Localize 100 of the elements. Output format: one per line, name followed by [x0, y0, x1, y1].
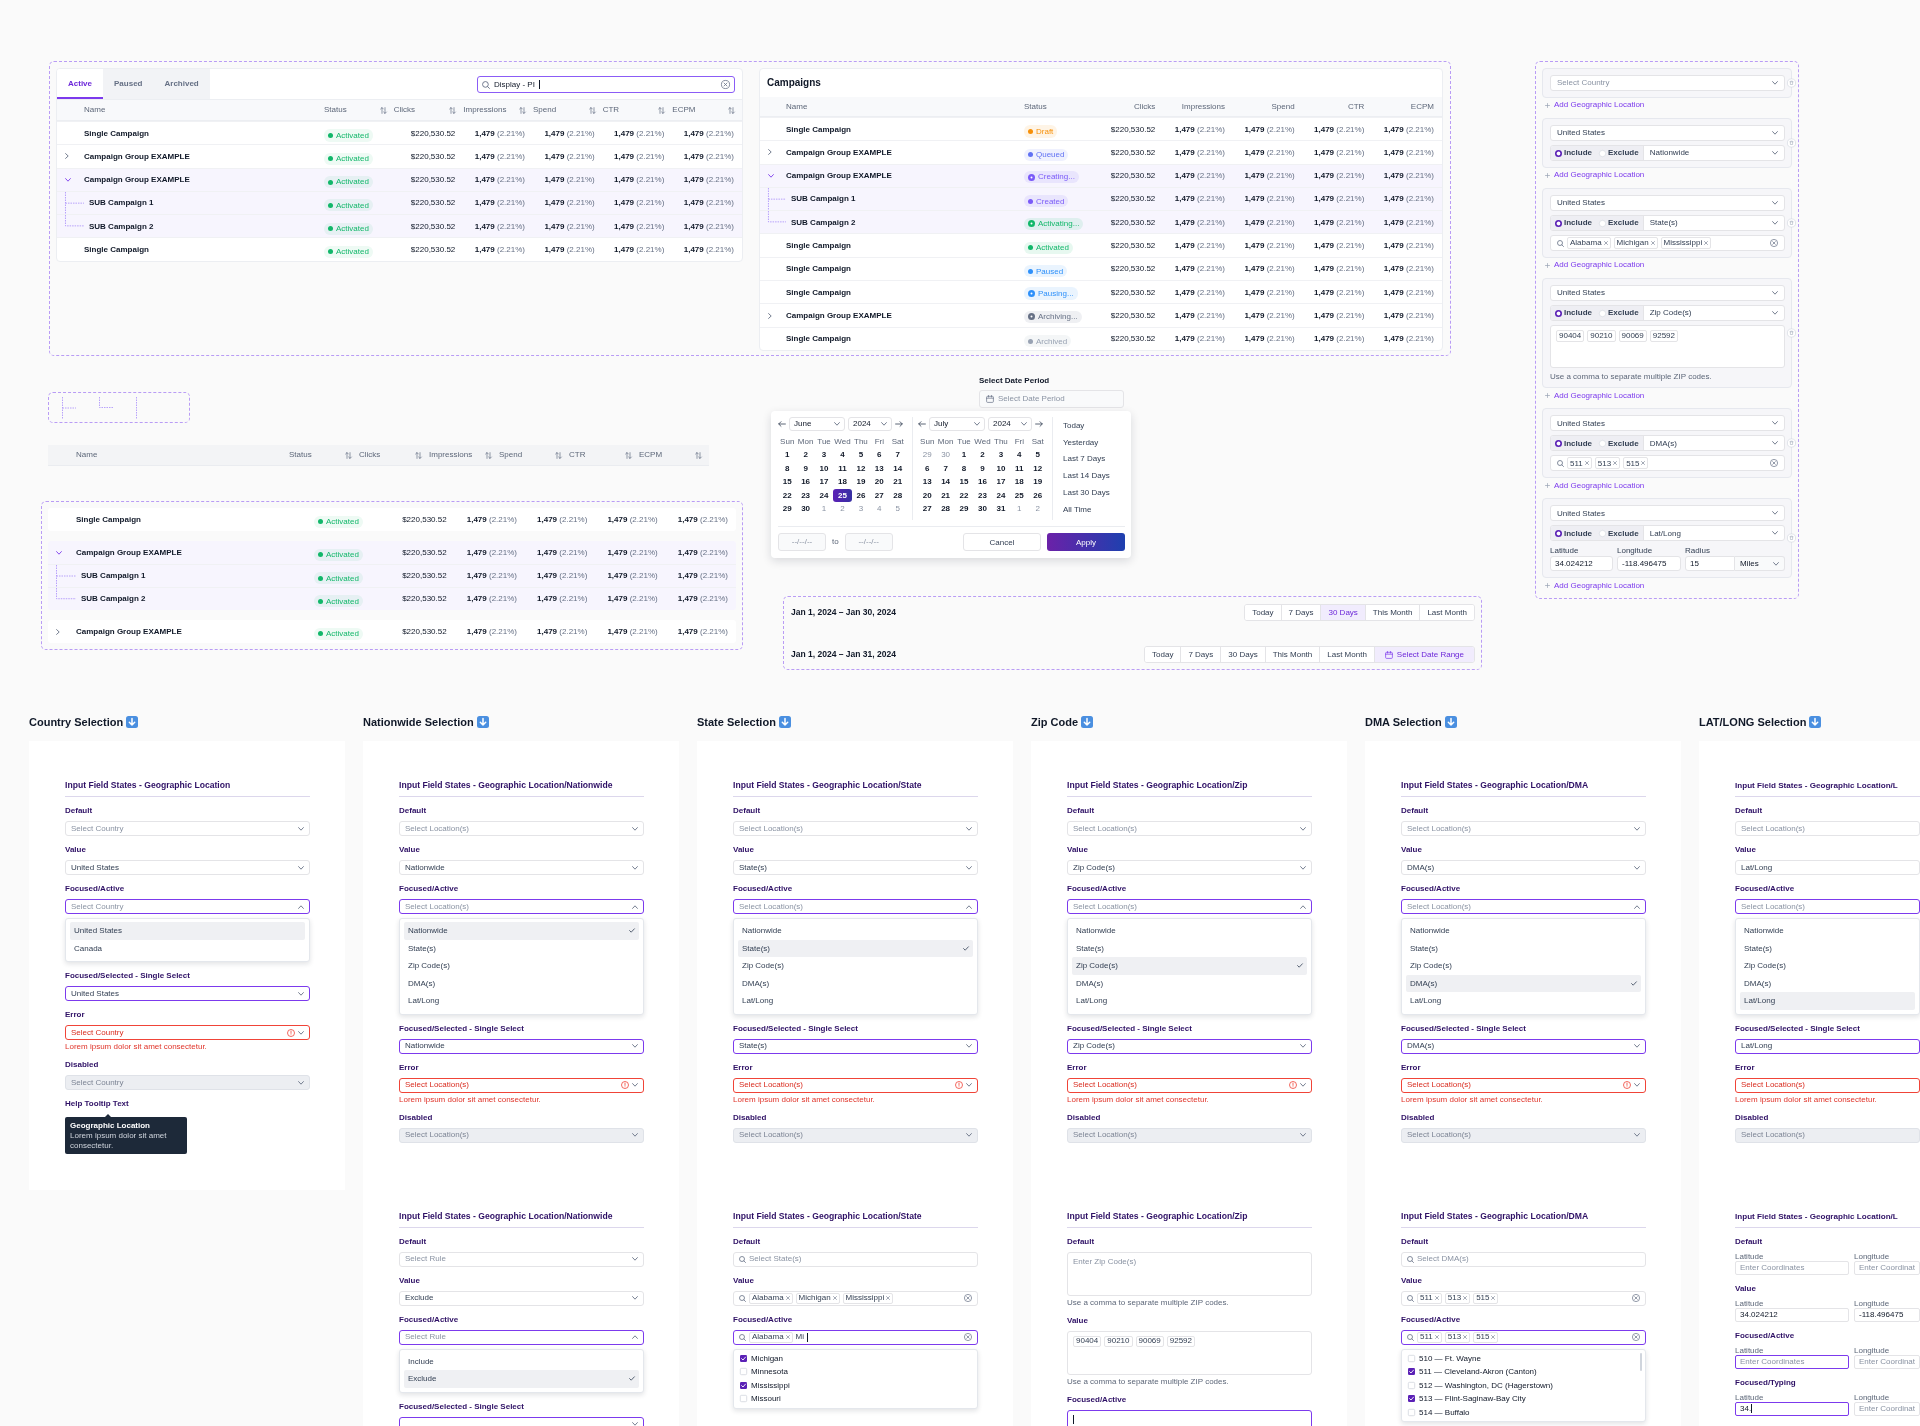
dropdown-option[interactable]: Exclude	[404, 1370, 639, 1388]
tag-chip[interactable]: Michigan	[1613, 237, 1658, 249]
select-field[interactable]: Select Location(s)	[733, 1077, 978, 1093]
calendar-day[interactable]: 11	[1010, 461, 1029, 475]
textarea-field[interactable]: 90404 90210 90069 92592	[1550, 325, 1785, 368]
dropdown-option[interactable]: DMA(s)	[738, 974, 973, 992]
add-location-link[interactable]: Add Geographic Location	[1554, 170, 1645, 180]
calendar-day[interactable]: 30	[796, 502, 815, 516]
close-icon[interactable]	[1641, 461, 1646, 466]
select-field[interactable]: Select Location(s)	[1735, 1077, 1920, 1093]
trash-icon[interactable]	[1787, 78, 1796, 88]
calendar-day[interactable]: 16	[973, 475, 992, 489]
close-icon[interactable]	[1463, 1296, 1468, 1300]
range-option[interactable]: Last Month	[1419, 605, 1474, 620]
sort-icon[interactable]	[695, 451, 702, 459]
close-icon[interactable]	[1613, 461, 1618, 466]
calendar-day[interactable]: 30	[973, 502, 992, 516]
dropdown-option[interactable]: Lat/Long	[1406, 992, 1641, 1010]
dropdown-option[interactable]: Minnesota	[738, 1365, 969, 1379]
checkbox[interactable]	[1408, 1408, 1415, 1416]
calendar-day[interactable]: 29	[778, 502, 797, 516]
dropdown-option[interactable]: 512 — Washington, DC (Hagerstown)	[1406, 1378, 1637, 1392]
calendar-day[interactable]: 27	[918, 502, 937, 516]
close-icon[interactable]	[785, 1296, 790, 1300]
calendar-day[interactable]: 1	[954, 448, 974, 462]
tag-chip[interactable]: Mississippi	[842, 1292, 894, 1304]
tag-chip[interactable]: Alabama	[749, 1292, 793, 1304]
sort-icon[interactable]	[485, 451, 492, 459]
calendar-day[interactable]: 8	[954, 461, 974, 475]
calendar-day[interactable]: 14	[888, 461, 907, 475]
calendar-day[interactable]: 22	[778, 488, 797, 502]
calendar-day[interactable]: 15	[954, 475, 974, 489]
select-field[interactable]: Select Location(s)	[1401, 1077, 1646, 1093]
select-field[interactable]: State(s)	[733, 860, 978, 875]
tag-chip[interactable]: 515	[1623, 457, 1649, 470]
tag-chip[interactable]: 511	[1417, 1292, 1442, 1304]
calendar-day[interactable]: 1	[778, 448, 797, 462]
trash-icon[interactable]	[1787, 533, 1796, 543]
checkbox[interactable]	[1408, 1354, 1415, 1362]
preset-option[interactable]: Last 7 Days	[1063, 450, 1110, 468]
calendar-day[interactable]: 18	[1010, 475, 1029, 489]
calendar-day[interactable]: 17	[814, 475, 834, 489]
dropdown-option[interactable]: United States	[70, 922, 305, 940]
calendar-day[interactable]: 24	[991, 488, 1011, 502]
close-icon[interactable]	[886, 1296, 891, 1300]
calendar-day[interactable]: 5	[851, 448, 871, 462]
cancel-button[interactable]: Cancel	[963, 533, 1041, 551]
country-select[interactable]: United States	[1550, 125, 1785, 141]
calendar-day[interactable]: 9	[973, 461, 992, 475]
year-select[interactable]: 2024	[848, 417, 892, 431]
preset-option[interactable]: Last 14 Days	[1063, 467, 1110, 485]
calendar-day[interactable]: 2	[973, 448, 992, 462]
dropdown-option[interactable]: DMA(s)	[404, 974, 639, 992]
sort-icon[interactable]	[519, 106, 526, 114]
chevron-right-icon[interactable]	[65, 153, 69, 160]
trash-icon[interactable]	[1787, 328, 1796, 338]
calendar-day[interactable]: 7	[936, 461, 955, 475]
dropdown-option[interactable]: Lat/Long	[1072, 992, 1307, 1010]
tag-chip[interactable]: 513	[1444, 1292, 1471, 1304]
tab[interactable]: Paused	[103, 69, 154, 99]
dropdown-option[interactable]: Lat/Long	[404, 992, 639, 1010]
calendar-day[interactable]: 19	[1028, 475, 1047, 489]
calendar-day[interactable]: 27	[870, 488, 889, 502]
calendar-day[interactable]: 26	[851, 488, 871, 502]
calendar-day[interactable]: 5	[1028, 448, 1047, 462]
tag-chip[interactable]: 513	[1594, 457, 1621, 470]
tag-input[interactable]: 511 513 515	[1401, 1329, 1646, 1345]
close-icon[interactable]	[1463, 1335, 1468, 1339]
chevron-right-icon[interactable]	[768, 312, 772, 319]
dropdown-option[interactable]: Nationwide	[738, 922, 973, 940]
month-select[interactable]: June	[789, 417, 845, 431]
tag-chip[interactable]: Alabama	[749, 1331, 793, 1343]
dropdown-option[interactable]: State(s)	[1072, 939, 1307, 957]
calendar-day[interactable]: 18	[833, 475, 852, 489]
calendar-day[interactable]: 9	[796, 461, 815, 475]
tag-chip[interactable]: 511	[1567, 457, 1592, 470]
month-select[interactable]: July	[929, 417, 985, 431]
calendar-day[interactable]: 11	[833, 461, 852, 475]
calendar-day[interactable]: 24	[814, 488, 834, 502]
preset-option[interactable]: Today	[1063, 417, 1110, 434]
dropdown-option[interactable]: DMA(s)	[1406, 974, 1641, 992]
clear-icon[interactable]	[1632, 1294, 1640, 1302]
tag-input[interactable]: 511 513 515	[1550, 455, 1785, 472]
add-location-link[interactable]: Add Geographic Location	[1554, 100, 1645, 110]
dropdown-option[interactable]: Zip Code(s)	[1740, 957, 1915, 975]
calendar-day[interactable]: 25	[1010, 488, 1029, 502]
dropdown-option[interactable]: Nationwide	[1406, 922, 1641, 940]
chevron-right-icon[interactable]	[768, 149, 772, 156]
calendar-day[interactable]: 15	[778, 475, 797, 489]
tab[interactable]: Active	[57, 69, 103, 99]
chevron-down-icon[interactable]	[768, 173, 774, 178]
calendar-day[interactable]: 13	[870, 461, 889, 475]
sort-icon[interactable]	[345, 451, 352, 459]
select-field[interactable]: United States	[65, 860, 310, 875]
apply-button[interactable]: Apply	[1047, 533, 1125, 551]
coordinate-input[interactable]: 34.024212	[1735, 1307, 1849, 1322]
dropdown-option[interactable]: State(s)	[738, 939, 973, 957]
dropdown-option[interactable]: 513 — Flint-Saginaw-Bay City	[1406, 1392, 1637, 1406]
tag-chip[interactable]: Alabama	[1567, 237, 1611, 249]
coordinate-input[interactable]: 34.024212	[1550, 556, 1613, 572]
